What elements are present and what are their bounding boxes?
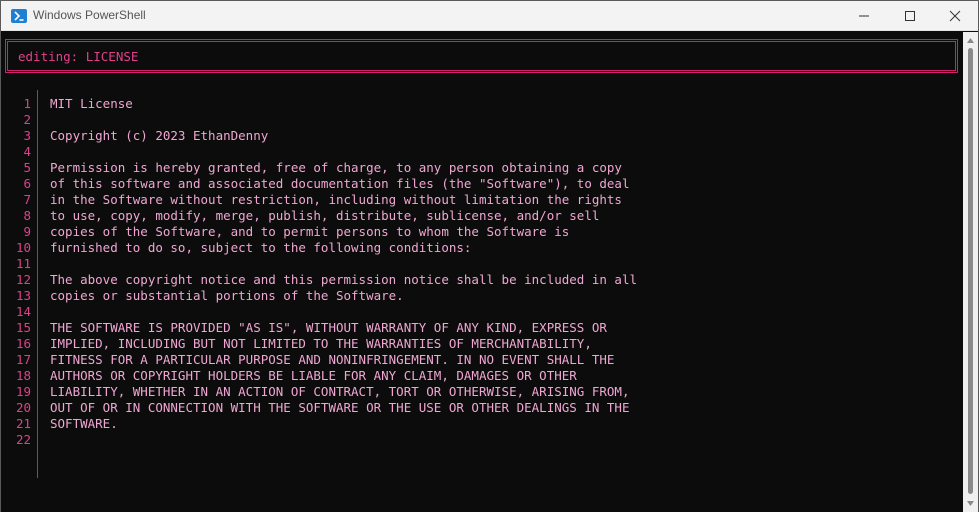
- powershell-icon: [11, 9, 27, 23]
- line-number: 13: [15, 288, 31, 303]
- line-number: 8: [23, 208, 31, 223]
- maximize-icon: [905, 11, 915, 21]
- line-number: 15: [15, 320, 31, 335]
- code-line[interactable]: of this software and associated document…: [50, 176, 950, 192]
- file-content[interactable]: MIT License Copyright (c) 2023 EthanDenny…: [50, 96, 950, 448]
- code-line[interactable]: MIT License: [50, 96, 950, 112]
- line-number-gutter: 1 2 3 4 5 6 7 8 9 10 11 12 13 14 15 16 17 18 19 20 21 22: [1, 96, 31, 448]
- code-line[interactable]: The above copyright notice and this perm…: [50, 272, 950, 288]
- scroll-thumb[interactable]: [968, 48, 973, 494]
- code-line[interactable]: OUT OF OR IN CONNECTION WITH THE SOFTWAR…: [50, 400, 950, 416]
- code-line[interactable]: [50, 304, 950, 320]
- code-line[interactable]: [50, 432, 950, 448]
- line-number: 21: [15, 416, 31, 431]
- line-number: 3: [23, 128, 31, 143]
- line-number: 16: [15, 336, 31, 351]
- line-number: 18: [15, 368, 31, 383]
- line-number: 11: [15, 256, 31, 271]
- line-number: 14: [15, 304, 31, 319]
- code-line[interactable]: THE SOFTWARE IS PROVIDED "AS IS", WITHOU…: [50, 320, 950, 336]
- code-line[interactable]: in the Software without restriction, inc…: [50, 192, 950, 208]
- scroll-down-arrow-icon[interactable]: [966, 499, 975, 508]
- window-title: Windows PowerShell: [33, 8, 146, 22]
- line-number: 22: [15, 432, 31, 447]
- minimize-icon: [859, 15, 869, 17]
- code-line[interactable]: LIABILITY, WHETHER IN AN ACTION OF CONTR…: [50, 384, 950, 400]
- code-line[interactable]: [50, 144, 950, 160]
- title-bar[interactable]: Windows PowerShell: [1, 1, 978, 31]
- line-number: 20: [15, 400, 31, 415]
- minimize-button[interactable]: [841, 1, 887, 31]
- code-line[interactable]: SOFTWARE.: [50, 416, 950, 432]
- line-number: 19: [15, 384, 31, 399]
- line-number: 7: [23, 192, 31, 207]
- terminal-area[interactable]: editing: LICENSE 1 2 3 4 5 6 7 8 9 10 11 12 13 14 15 16…: [1, 32, 963, 512]
- line-number: 17: [15, 352, 31, 367]
- code-line[interactable]: to use, copy, modify, merge, publish, di…: [50, 208, 950, 224]
- line-number: 2: [23, 112, 31, 127]
- code-line[interactable]: copies or substantial portions of the So…: [50, 288, 950, 304]
- editor-status-box: editing: LICENSE: [5, 39, 958, 73]
- line-number: 4: [23, 144, 31, 159]
- close-icon: [949, 10, 961, 22]
- line-number: 1: [23, 96, 31, 111]
- code-line[interactable]: [50, 112, 950, 128]
- scroll-up-arrow-icon[interactable]: [966, 36, 975, 45]
- code-line[interactable]: IMPLIED, INCLUDING BUT NOT LIMITED TO TH…: [50, 336, 950, 352]
- line-number: 5: [23, 160, 31, 175]
- powershell-window: Windows PowerShell editing: LICENSE 1234…: [0, 0, 979, 512]
- line-number: 9: [23, 224, 31, 239]
- vertical-scrollbar[interactable]: [963, 32, 978, 512]
- close-button[interactable]: [932, 1, 978, 31]
- code-line[interactable]: Permission is hereby granted, free of ch…: [50, 160, 950, 176]
- gutter-divider: [37, 90, 38, 478]
- line-number: 10: [15, 240, 31, 255]
- code-line[interactable]: [50, 256, 950, 272]
- maximize-button[interactable]: [887, 1, 933, 31]
- editing-filename: editing: LICENSE: [18, 49, 139, 64]
- code-line[interactable]: AUTHORS OR COPYRIGHT HOLDERS BE LIABLE F…: [50, 368, 950, 384]
- code-line[interactable]: furnished to do so, subject to the follo…: [50, 240, 950, 256]
- code-line[interactable]: copies of the Software, and to permit pe…: [50, 224, 950, 240]
- line-number: 12: [15, 272, 31, 287]
- code-line[interactable]: Copyright (c) 2023 EthanDenny: [50, 128, 950, 144]
- code-line[interactable]: FITNESS FOR A PARTICULAR PURPOSE AND NON…: [50, 352, 950, 368]
- line-number: 6: [23, 176, 31, 191]
